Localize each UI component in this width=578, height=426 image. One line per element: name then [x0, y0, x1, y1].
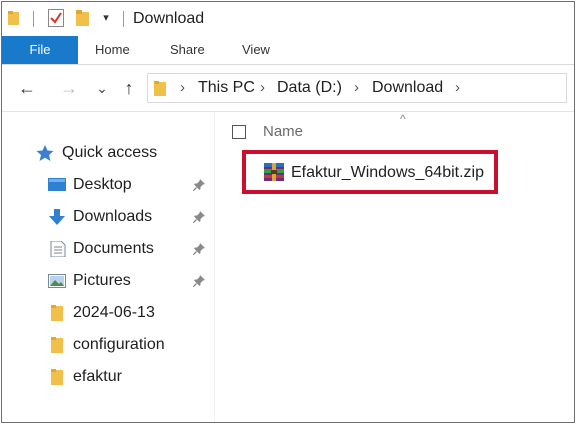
pictures-icon — [48, 274, 66, 288]
new-folder-icon[interactable] — [76, 10, 90, 26]
downloads-icon — [49, 209, 65, 225]
navigation-bar: ← → ⌄ ↑ › This PC › Data (D:) › Download… — [2, 65, 574, 112]
forward-button[interactable]: → — [58, 77, 80, 99]
folder-icon — [51, 305, 63, 321]
navigation-pane: Quick access Desktop Downloads Documents… — [2, 112, 214, 422]
ribbon-tabs: File Home Share View — [2, 36, 574, 65]
desktop-icon — [48, 178, 66, 191]
breadcrumb-this-pc[interactable]: This PC — [198, 79, 255, 97]
breadcrumb-chevron[interactable]: › — [455, 79, 460, 97]
tab-view[interactable]: View — [242, 36, 270, 64]
pane-divider[interactable] — [214, 112, 215, 422]
breadcrumb-chevron[interactable]: › — [260, 79, 265, 97]
sidebar-item-label: Downloads — [73, 208, 153, 225]
sidebar-item-label: configuration — [73, 336, 165, 353]
title-bar: ▾ Download — [2, 2, 574, 36]
pin-icon[interactable] — [193, 179, 205, 191]
sidebar-item-label: Quick access — [62, 144, 158, 161]
sidebar-item-configuration[interactable]: configuration — [2, 330, 214, 360]
star-icon — [36, 145, 54, 161]
sidebar-item-label: Desktop — [73, 176, 132, 193]
pin-icon[interactable] — [193, 211, 205, 223]
tab-home[interactable]: Home — [95, 36, 130, 64]
sidebar-item-label: Documents — [73, 240, 154, 257]
recent-locations-button[interactable]: ⌄ — [91, 77, 113, 99]
sidebar-item-documents[interactable]: Documents — [2, 234, 214, 264]
pin-icon[interactable] — [193, 275, 205, 287]
tab-share[interactable]: Share — [170, 36, 205, 64]
zip-archive-icon — [264, 163, 284, 181]
sidebar-item-downloads[interactable]: Downloads — [2, 202, 214, 232]
folder-icon — [154, 81, 166, 96]
tab-file[interactable]: File — [2, 36, 78, 64]
address-bar[interactable]: › This PC › Data (D:) › Download › — [147, 73, 567, 103]
toolbar-separator — [123, 11, 124, 27]
sidebar-item-label: efaktur — [73, 368, 122, 385]
back-button[interactable]: ← — [16, 77, 38, 99]
sidebar-item-efaktur[interactable]: efaktur — [2, 362, 214, 392]
sidebar-item-pictures[interactable]: Pictures — [2, 266, 214, 296]
breadcrumb-download[interactable]: Download — [372, 79, 443, 97]
properties-icon[interactable] — [48, 9, 64, 27]
sidebar-item-2024-06-13[interactable]: 2024-06-13 — [2, 298, 214, 328]
sidebar-item-desktop[interactable]: Desktop — [2, 170, 214, 200]
folder-icon[interactable] — [8, 11, 19, 25]
folder-icon — [51, 337, 63, 353]
pin-icon[interactable] — [193, 243, 205, 255]
breadcrumb-chevron[interactable]: › — [354, 79, 359, 97]
sidebar-item-label: Pictures — [73, 272, 131, 289]
breadcrumb-data-drive[interactable]: Data (D:) — [277, 79, 342, 97]
breadcrumb-chevron[interactable]: › — [180, 79, 185, 97]
file-name: Efaktur_Windows_64bit.zip — [291, 164, 484, 181]
list-item[interactable]: Efaktur_Windows_64bit.zip — [242, 150, 498, 194]
window-title: Download — [133, 10, 205, 27]
sidebar-item-label: 2024-06-13 — [73, 304, 155, 321]
sidebar-item-quick-access[interactable]: Quick access — [2, 138, 214, 168]
customize-toolbar-dropdown[interactable]: ▾ — [99, 10, 113, 26]
explorer-window: ▾ Download File Home Share View ← → ⌄ ↑ … — [1, 1, 575, 423]
sort-indicator: ^ — [400, 112, 406, 126]
folder-icon — [51, 369, 63, 385]
up-button[interactable]: ↑ — [118, 77, 140, 99]
file-list: ^ Name Efaktur_Windows_64bit.zip — [216, 112, 574, 422]
toolbar-separator — [33, 11, 34, 27]
select-all-checkbox[interactable] — [232, 125, 246, 139]
column-header-name[interactable]: Name — [263, 123, 303, 141]
documents-icon — [50, 241, 66, 257]
